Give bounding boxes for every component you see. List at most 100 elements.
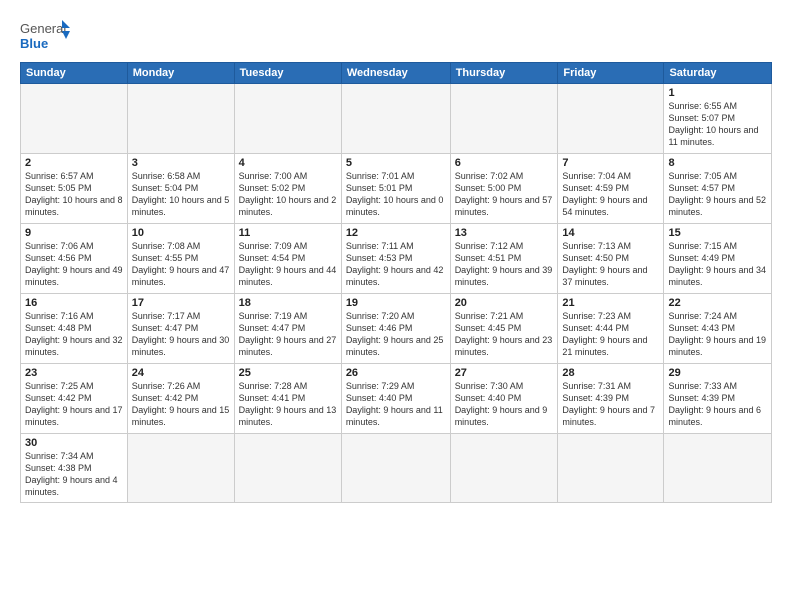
calendar-table: Sunday Monday Tuesday Wednesday Thursday… (20, 62, 772, 503)
col-tuesday: Tuesday (234, 63, 341, 84)
day-number: 16 (25, 297, 123, 309)
day-number: 18 (239, 297, 337, 309)
page: General Blue Sunday Monday Tuesday Wedne… (0, 0, 792, 612)
col-thursday: Thursday (450, 63, 558, 84)
cell-2-0: 9Sunrise: 7:06 AM Sunset: 4:56 PM Daylig… (21, 224, 128, 294)
day-number: 3 (132, 157, 230, 169)
day-info: Sunrise: 7:34 AM Sunset: 4:38 PM Dayligh… (25, 450, 123, 499)
day-info: Sunrise: 7:00 AM Sunset: 5:02 PM Dayligh… (239, 170, 337, 219)
day-info: Sunrise: 7:25 AM Sunset: 4:42 PM Dayligh… (25, 380, 123, 429)
day-number: 5 (346, 157, 446, 169)
col-monday: Monday (127, 63, 234, 84)
logo: General Blue (20, 18, 70, 54)
week-row-5: 30Sunrise: 7:34 AM Sunset: 4:38 PM Dayli… (21, 434, 772, 503)
day-number: 24 (132, 367, 230, 379)
cell-5-2 (234, 434, 341, 503)
cell-1-4: 6Sunrise: 7:02 AM Sunset: 5:00 PM Daylig… (450, 154, 558, 224)
day-info: Sunrise: 7:04 AM Sunset: 4:59 PM Dayligh… (562, 170, 659, 219)
cell-3-5: 21Sunrise: 7:23 AM Sunset: 4:44 PM Dayli… (558, 294, 664, 364)
day-number: 28 (562, 367, 659, 379)
cell-4-2: 25Sunrise: 7:28 AM Sunset: 4:41 PM Dayli… (234, 364, 341, 434)
day-info: Sunrise: 7:02 AM Sunset: 5:00 PM Dayligh… (455, 170, 554, 219)
cell-4-3: 26Sunrise: 7:29 AM Sunset: 4:40 PM Dayli… (341, 364, 450, 434)
day-number: 29 (668, 367, 767, 379)
cell-4-6: 29Sunrise: 7:33 AM Sunset: 4:39 PM Dayli… (664, 364, 772, 434)
cell-5-3 (341, 434, 450, 503)
cell-3-1: 17Sunrise: 7:17 AM Sunset: 4:47 PM Dayli… (127, 294, 234, 364)
cell-1-1: 3Sunrise: 6:58 AM Sunset: 5:04 PM Daylig… (127, 154, 234, 224)
svg-text:General: General (20, 21, 66, 36)
cell-1-2: 4Sunrise: 7:00 AM Sunset: 5:02 PM Daylig… (234, 154, 341, 224)
day-number: 19 (346, 297, 446, 309)
day-number: 23 (25, 367, 123, 379)
day-number: 8 (668, 157, 767, 169)
cell-2-2: 11Sunrise: 7:09 AM Sunset: 4:54 PM Dayli… (234, 224, 341, 294)
day-info: Sunrise: 7:23 AM Sunset: 4:44 PM Dayligh… (562, 310, 659, 359)
cell-2-3: 12Sunrise: 7:11 AM Sunset: 4:53 PM Dayli… (341, 224, 450, 294)
day-info: Sunrise: 7:15 AM Sunset: 4:49 PM Dayligh… (668, 240, 767, 289)
cell-0-2 (234, 84, 341, 154)
cell-3-2: 18Sunrise: 7:19 AM Sunset: 4:47 PM Dayli… (234, 294, 341, 364)
day-info: Sunrise: 7:17 AM Sunset: 4:47 PM Dayligh… (132, 310, 230, 359)
cell-3-0: 16Sunrise: 7:16 AM Sunset: 4:48 PM Dayli… (21, 294, 128, 364)
cell-2-1: 10Sunrise: 7:08 AM Sunset: 4:55 PM Dayli… (127, 224, 234, 294)
day-number: 17 (132, 297, 230, 309)
day-number: 20 (455, 297, 554, 309)
day-info: Sunrise: 7:19 AM Sunset: 4:47 PM Dayligh… (239, 310, 337, 359)
cell-4-1: 24Sunrise: 7:26 AM Sunset: 4:42 PM Dayli… (127, 364, 234, 434)
cell-4-4: 27Sunrise: 7:30 AM Sunset: 4:40 PM Dayli… (450, 364, 558, 434)
week-row-3: 16Sunrise: 7:16 AM Sunset: 4:48 PM Dayli… (21, 294, 772, 364)
cell-5-6 (664, 434, 772, 503)
day-number: 30 (25, 437, 123, 449)
day-info: Sunrise: 7:05 AM Sunset: 4:57 PM Dayligh… (668, 170, 767, 219)
cell-2-5: 14Sunrise: 7:13 AM Sunset: 4:50 PM Dayli… (558, 224, 664, 294)
col-saturday: Saturday (664, 63, 772, 84)
day-number: 6 (455, 157, 554, 169)
header: General Blue (20, 18, 772, 54)
day-info: Sunrise: 7:08 AM Sunset: 4:55 PM Dayligh… (132, 240, 230, 289)
day-info: Sunrise: 6:57 AM Sunset: 5:05 PM Dayligh… (25, 170, 123, 219)
cell-3-6: 22Sunrise: 7:24 AM Sunset: 4:43 PM Dayli… (664, 294, 772, 364)
day-number: 25 (239, 367, 337, 379)
cell-1-3: 5Sunrise: 7:01 AM Sunset: 5:01 PM Daylig… (341, 154, 450, 224)
day-info: Sunrise: 7:09 AM Sunset: 4:54 PM Dayligh… (239, 240, 337, 289)
day-number: 27 (455, 367, 554, 379)
cell-1-6: 8Sunrise: 7:05 AM Sunset: 4:57 PM Daylig… (664, 154, 772, 224)
cell-0-0 (21, 84, 128, 154)
day-info: Sunrise: 7:12 AM Sunset: 4:51 PM Dayligh… (455, 240, 554, 289)
day-info: Sunrise: 7:11 AM Sunset: 4:53 PM Dayligh… (346, 240, 446, 289)
day-info: Sunrise: 6:55 AM Sunset: 5:07 PM Dayligh… (668, 100, 767, 149)
day-info: Sunrise: 7:28 AM Sunset: 4:41 PM Dayligh… (239, 380, 337, 429)
cell-0-1 (127, 84, 234, 154)
day-number: 14 (562, 227, 659, 239)
week-row-4: 23Sunrise: 7:25 AM Sunset: 4:42 PM Dayli… (21, 364, 772, 434)
cell-0-4 (450, 84, 558, 154)
day-number: 2 (25, 157, 123, 169)
day-number: 11 (239, 227, 337, 239)
day-info: Sunrise: 7:31 AM Sunset: 4:39 PM Dayligh… (562, 380, 659, 429)
col-sunday: Sunday (21, 63, 128, 84)
cell-5-4 (450, 434, 558, 503)
cell-0-3 (341, 84, 450, 154)
day-number: 22 (668, 297, 767, 309)
cell-2-6: 15Sunrise: 7:15 AM Sunset: 4:49 PM Dayli… (664, 224, 772, 294)
day-number: 26 (346, 367, 446, 379)
cell-1-5: 7Sunrise: 7:04 AM Sunset: 4:59 PM Daylig… (558, 154, 664, 224)
cell-5-0: 30Sunrise: 7:34 AM Sunset: 4:38 PM Dayli… (21, 434, 128, 503)
cell-0-5 (558, 84, 664, 154)
day-info: Sunrise: 7:06 AM Sunset: 4:56 PM Dayligh… (25, 240, 123, 289)
day-info: Sunrise: 6:58 AM Sunset: 5:04 PM Dayligh… (132, 170, 230, 219)
week-row-0: 1Sunrise: 6:55 AM Sunset: 5:07 PM Daylig… (21, 84, 772, 154)
day-info: Sunrise: 7:30 AM Sunset: 4:40 PM Dayligh… (455, 380, 554, 429)
day-info: Sunrise: 7:16 AM Sunset: 4:48 PM Dayligh… (25, 310, 123, 359)
day-number: 21 (562, 297, 659, 309)
calendar-header-row: Sunday Monday Tuesday Wednesday Thursday… (21, 63, 772, 84)
week-row-2: 9Sunrise: 7:06 AM Sunset: 4:56 PM Daylig… (21, 224, 772, 294)
col-wednesday: Wednesday (341, 63, 450, 84)
col-friday: Friday (558, 63, 664, 84)
day-number: 15 (668, 227, 767, 239)
day-info: Sunrise: 7:24 AM Sunset: 4:43 PM Dayligh… (668, 310, 767, 359)
day-info: Sunrise: 7:21 AM Sunset: 4:45 PM Dayligh… (455, 310, 554, 359)
day-info: Sunrise: 7:33 AM Sunset: 4:39 PM Dayligh… (668, 380, 767, 429)
cell-5-1 (127, 434, 234, 503)
